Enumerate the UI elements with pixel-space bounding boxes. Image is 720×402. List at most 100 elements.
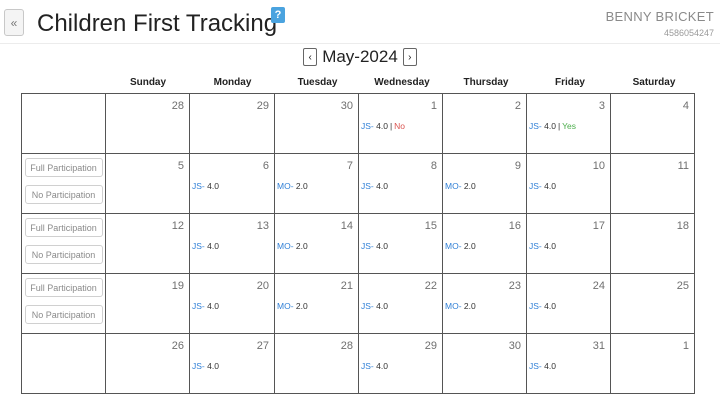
- day-entry: JS- 4.0: [192, 181, 219, 191]
- day-cell[interactable]: 19: [106, 274, 190, 334]
- entry-value: 4.0: [544, 121, 556, 131]
- entry-status: No: [394, 121, 406, 131]
- entry-value: 4.0: [376, 121, 388, 131]
- help-icon[interactable]: ?: [271, 7, 285, 23]
- no-participation-button[interactable]: No Participation: [24, 185, 103, 204]
- day-entry: MO- 2.0: [445, 241, 476, 251]
- entry-code: JS-: [361, 181, 374, 191]
- day-entry: JS- 4.0: [361, 181, 388, 191]
- entry-code: JS-: [192, 301, 205, 311]
- day-cell[interactable]: 28: [106, 94, 190, 154]
- day-cell[interactable]: 6 JS- 4.0: [190, 154, 275, 214]
- day-number: 3: [598, 100, 605, 112]
- day-entry: MO- 2.0: [445, 301, 476, 311]
- day-cell[interactable]: 1 JS- 4.0 | No: [359, 94, 443, 154]
- day-cell[interactable]: 7 MO- 2.0: [275, 154, 359, 214]
- entry-value: 2.0: [463, 181, 476, 191]
- day-cell[interactable]: 18: [611, 214, 695, 274]
- entry-value: 4.0: [207, 181, 219, 191]
- day-entry: MO- 2.0: [445, 181, 476, 191]
- entry-code: JS-: [361, 361, 374, 371]
- full-participation-button[interactable]: Full Participation: [24, 278, 103, 297]
- entry-value: 2.0: [463, 301, 476, 311]
- day-cell[interactable]: 8 JS- 4.0: [359, 154, 443, 214]
- day-cell[interactable]: 30: [275, 94, 359, 154]
- day-cell[interactable]: 22 JS- 4.0: [359, 274, 443, 334]
- day-entry: JS- 4.0: [529, 181, 556, 191]
- day-cell[interactable]: 1: [611, 334, 695, 394]
- day-number: 29: [424, 340, 437, 352]
- day-cell[interactable]: 30: [443, 334, 527, 394]
- day-number: 12: [171, 220, 184, 232]
- day-cell[interactable]: 15 JS- 4.0: [359, 214, 443, 274]
- entry-value: 4.0: [544, 181, 556, 191]
- next-month-button[interactable]: ›: [402, 48, 417, 66]
- day-number: 31: [592, 340, 605, 352]
- day-cell[interactable]: 11: [611, 154, 695, 214]
- day-cell[interactable]: 20 JS- 4.0: [190, 274, 275, 334]
- day-cell[interactable]: 24 JS- 4.0: [527, 274, 611, 334]
- entry-value: 4.0: [376, 241, 388, 251]
- week-controls: [22, 334, 106, 394]
- day-entry: JS- 4.0: [192, 241, 219, 251]
- back-button[interactable]: «: [4, 9, 24, 36]
- day-cell[interactable]: 2: [443, 94, 527, 154]
- entry-value: 4.0: [544, 361, 556, 371]
- day-entry: JS- 4.0: [529, 301, 556, 311]
- entry-code: MO-: [277, 241, 294, 251]
- entry-code: JS-: [192, 361, 205, 371]
- day-number: 30: [340, 100, 353, 112]
- day-cell[interactable]: 3 JS- 4.0 | Yes: [527, 94, 611, 154]
- no-participation-button[interactable]: No Participation: [24, 245, 103, 264]
- entry-value: 4.0: [207, 241, 219, 251]
- chevron-left-icon: ‹: [308, 51, 312, 63]
- day-of-week-header: Sunday Monday Tuesday Wednesday Thursday Frid…: [21, 77, 696, 88]
- entry-code: MO-: [445, 301, 462, 311]
- day-cell[interactable]: 29: [190, 94, 275, 154]
- month-navigation: ‹ May-2024 ›: [0, 46, 720, 68]
- day-cell[interactable]: 28: [275, 334, 359, 394]
- full-participation-button[interactable]: Full Participation: [24, 218, 103, 237]
- day-number: 28: [340, 340, 353, 352]
- entry-code: JS-: [529, 301, 542, 311]
- entry-code: MO-: [277, 181, 294, 191]
- week-controls: Full Participation No Participation: [22, 154, 106, 214]
- entry-code: JS-: [529, 121, 542, 131]
- day-entry: MO- 2.0: [277, 241, 308, 251]
- day-number: 17: [592, 220, 605, 232]
- day-cell[interactable]: 9 MO- 2.0: [443, 154, 527, 214]
- day-number: 27: [256, 340, 269, 352]
- entry-code: MO-: [445, 181, 462, 191]
- no-participation-button[interactable]: No Participation: [24, 305, 103, 324]
- day-cell[interactable]: 4: [611, 94, 695, 154]
- day-number: 21: [340, 280, 353, 292]
- dow-thursday: Thursday: [463, 77, 509, 88]
- day-number: 28: [171, 100, 184, 112]
- page-title: Children First Tracking: [37, 10, 278, 37]
- day-cell[interactable]: 5: [106, 154, 190, 214]
- month-label: May-2024: [322, 47, 398, 66]
- chevron-right-icon: ›: [408, 51, 412, 63]
- user-name: BENNY BRICKET: [605, 9, 714, 24]
- day-cell[interactable]: 31 JS- 4.0: [527, 334, 611, 394]
- dow-tuesday: Tuesday: [297, 77, 338, 88]
- day-cell[interactable]: 12: [106, 214, 190, 274]
- day-cell[interactable]: 10 JS- 4.0: [527, 154, 611, 214]
- day-cell[interactable]: 13 JS- 4.0: [190, 214, 275, 274]
- day-cell[interactable]: 25: [611, 274, 695, 334]
- day-cell[interactable]: 21 MO- 2.0: [275, 274, 359, 334]
- prev-month-button[interactable]: ‹: [303, 48, 318, 66]
- day-cell[interactable]: 23 MO- 2.0: [443, 274, 527, 334]
- dow-friday: Friday: [554, 77, 585, 88]
- day-cell[interactable]: 27 JS- 4.0: [190, 334, 275, 394]
- entry-code: MO-: [445, 241, 462, 251]
- day-cell[interactable]: 14 MO- 2.0: [275, 214, 359, 274]
- dow-sunday: Sunday: [129, 77, 167, 88]
- dow-wednesday: Wednesday: [374, 77, 430, 88]
- day-cell[interactable]: 17 JS- 4.0: [527, 214, 611, 274]
- day-cell[interactable]: 26: [106, 334, 190, 394]
- full-participation-button[interactable]: Full Participation: [24, 158, 103, 177]
- day-cell[interactable]: 29 JS- 4.0: [359, 334, 443, 394]
- day-cell[interactable]: 16 MO- 2.0: [443, 214, 527, 274]
- day-number: 30: [508, 340, 521, 352]
